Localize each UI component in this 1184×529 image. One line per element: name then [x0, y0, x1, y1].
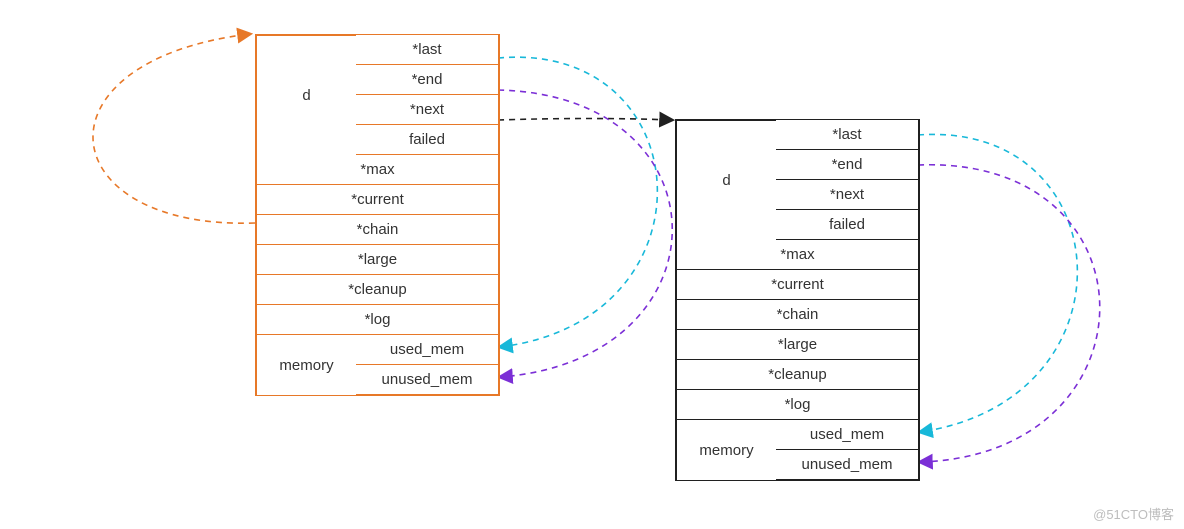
p2-cleanup: *cleanup — [676, 360, 919, 390]
p1-unused-mem: unused_mem — [356, 365, 499, 395]
p1-log: *log — [256, 305, 499, 335]
p1-d-next: *next — [356, 95, 499, 125]
pool-struct-1: d *last *end *next failed *max *current … — [255, 34, 500, 396]
p1-used-mem: used_mem — [356, 335, 499, 365]
p1-d-failed: failed — [356, 125, 499, 155]
p2-d-failed: failed — [776, 210, 919, 240]
pool-struct-2: d *last *end *next failed *max *current … — [675, 119, 920, 481]
pointer-arrows — [0, 0, 1184, 529]
p2-large: *large — [676, 330, 919, 360]
arrow-p1-next-to-pool2 — [498, 119, 672, 121]
p1-current: *current — [256, 185, 499, 215]
p1-chain: *chain — [256, 215, 499, 245]
p1-d-last: *last — [356, 35, 499, 65]
p2-d-end: *end — [776, 150, 919, 180]
arrow-p2-end-to-unusedmem — [918, 165, 1100, 462]
arrow-p1-last-to-usedmem — [498, 57, 657, 347]
arrow-p1-current-to-self — [93, 34, 255, 223]
p1-max: *max — [256, 155, 499, 185]
p2-max: *max — [676, 240, 919, 270]
p2-log: *log — [676, 390, 919, 420]
p1-cleanup: *cleanup — [256, 275, 499, 305]
arrow-p2-last-to-usedmem — [918, 134, 1077, 432]
p2-memory-label: memory — [676, 420, 776, 480]
watermark-text: @51CTO博客 — [1093, 504, 1174, 523]
p2-unused-mem: unused_mem — [776, 450, 919, 480]
p1-memory-label: memory — [256, 335, 356, 395]
diagram-stage: d *last *end *next failed *max *current … — [0, 0, 1184, 529]
arrow-p1-end-to-unusedmem — [498, 90, 672, 377]
p2-d-label: d — [676, 120, 776, 240]
p2-chain: *chain — [676, 300, 919, 330]
p2-current: *current — [676, 270, 919, 300]
p2-d-next: *next — [776, 180, 919, 210]
p1-d-end: *end — [356, 65, 499, 95]
p2-d-last: *last — [776, 120, 919, 150]
p1-large: *large — [256, 245, 499, 275]
p2-used-mem: used_mem — [776, 420, 919, 450]
p1-d-label: d — [256, 35, 356, 155]
